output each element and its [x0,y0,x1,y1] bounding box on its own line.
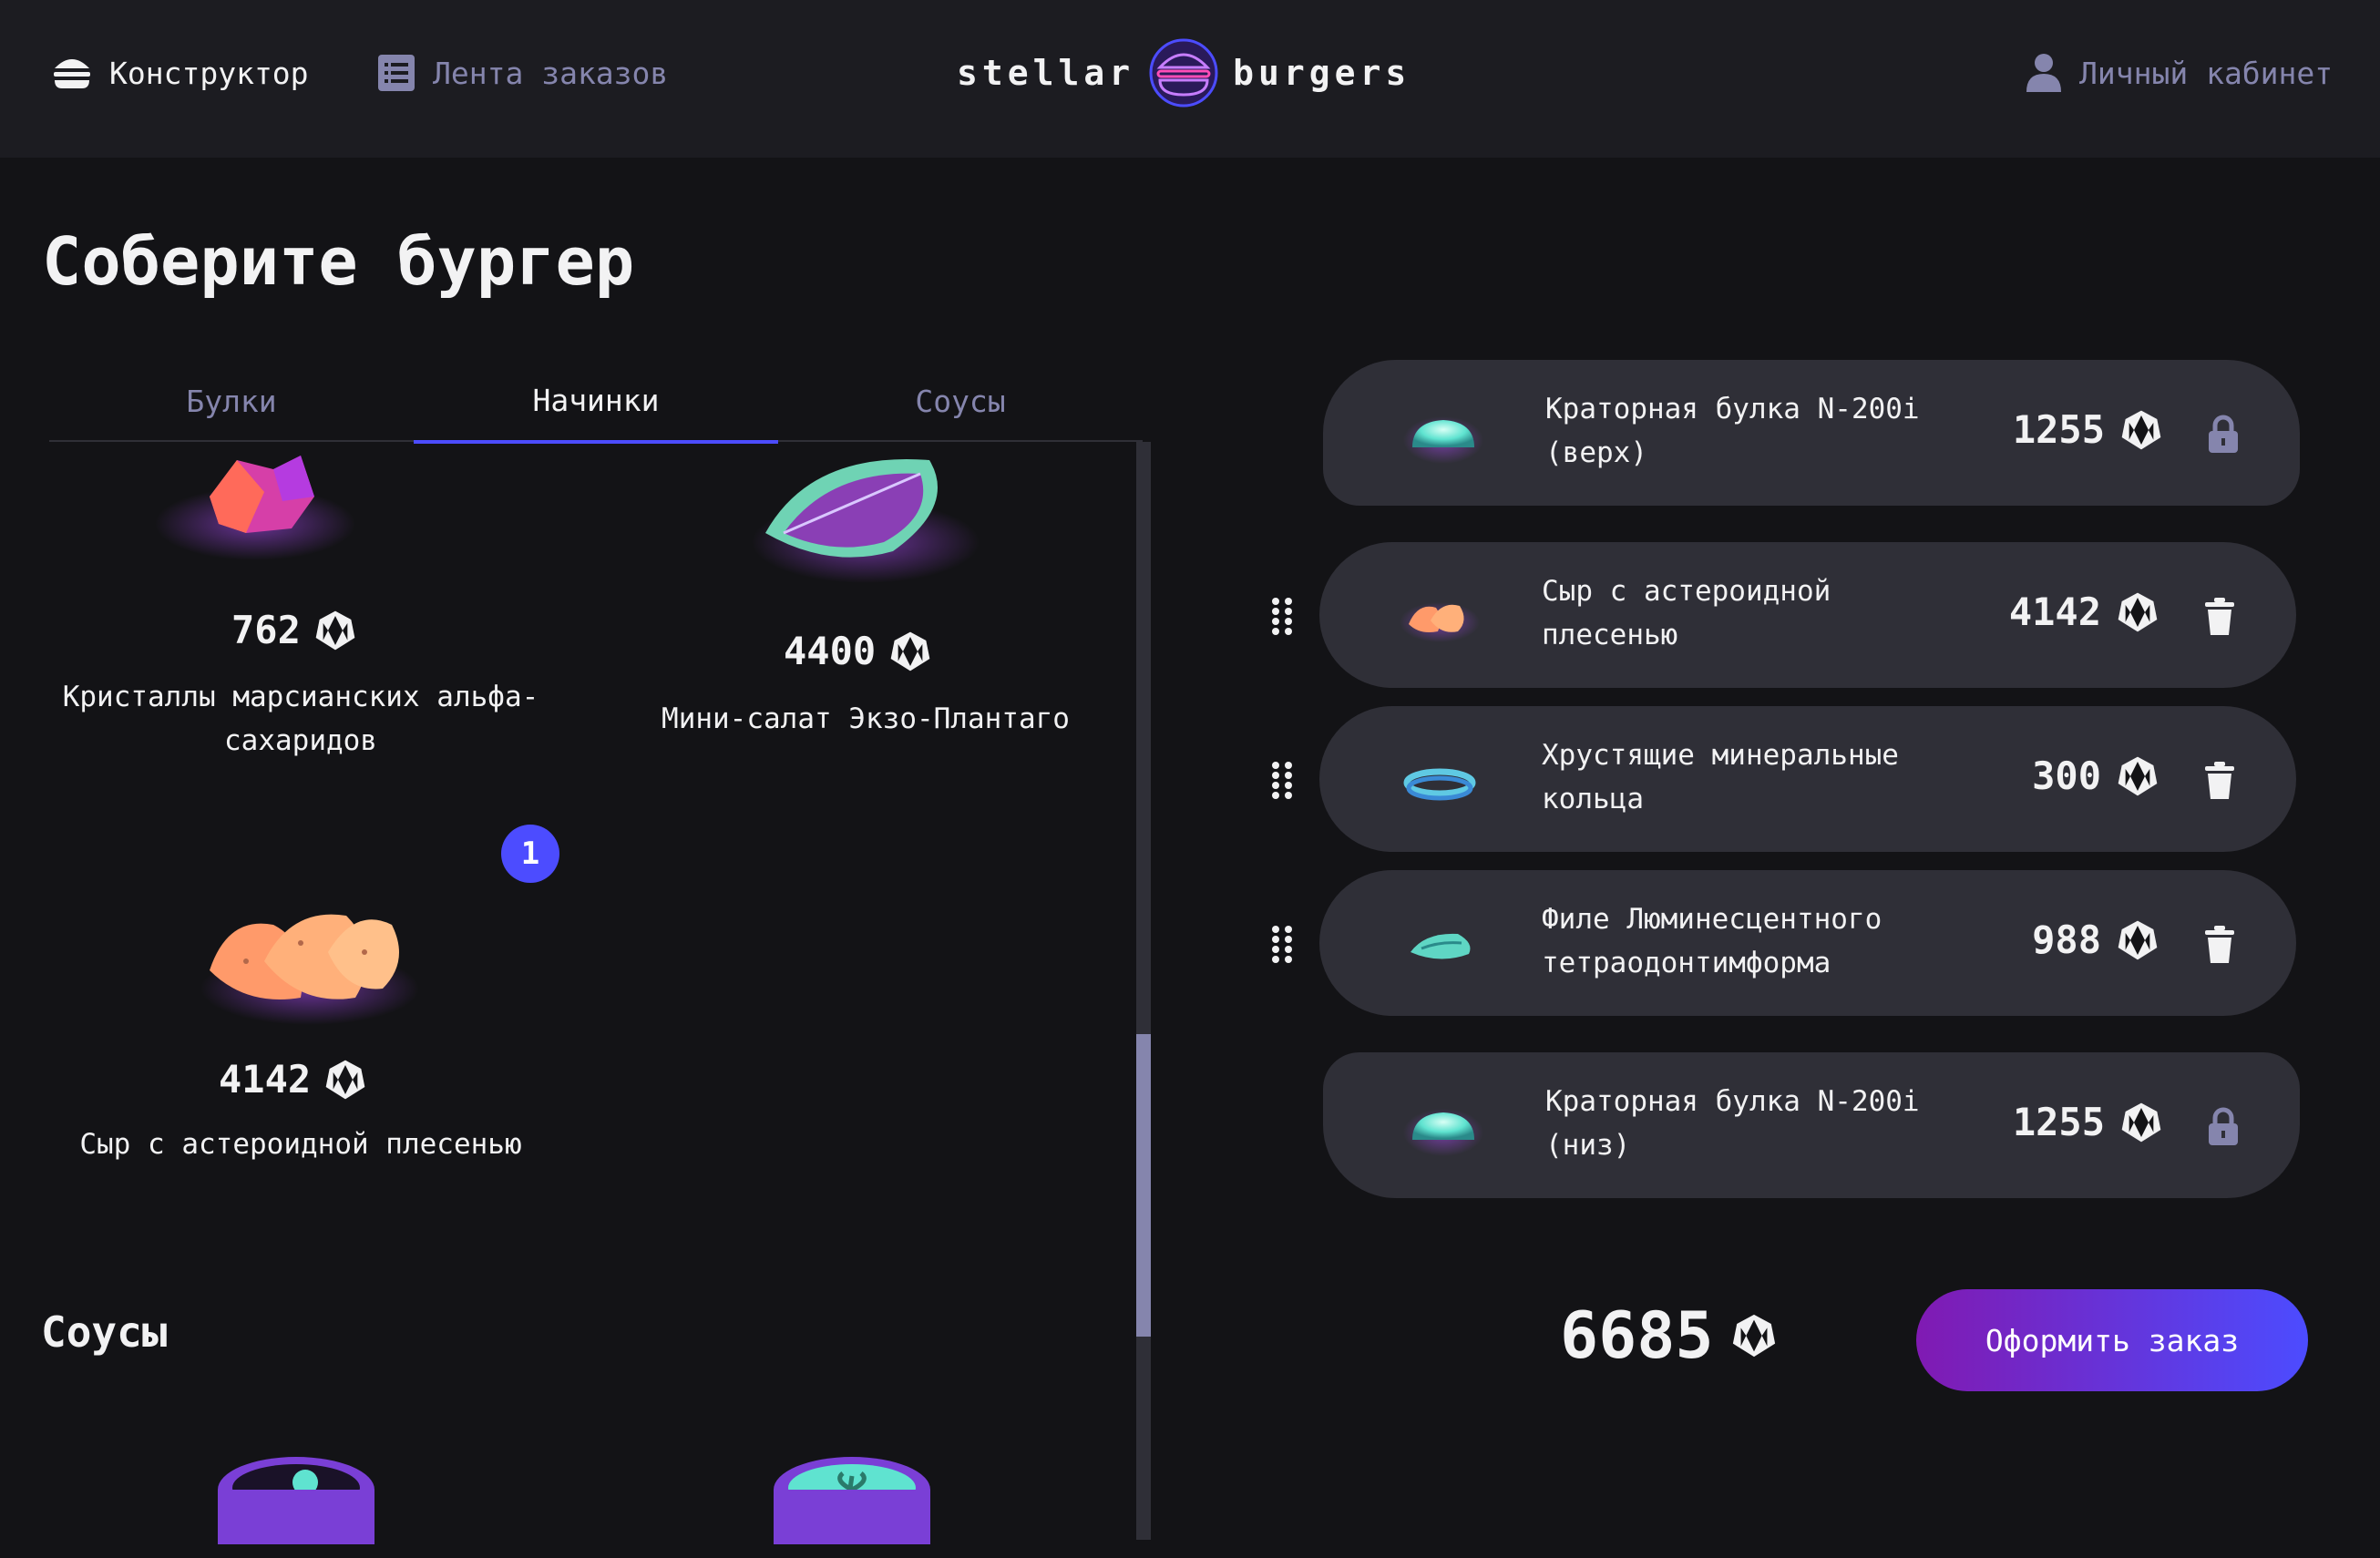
page-title: Соберите бургер [42,223,635,300]
constructor-item-price-value: 4142 [2008,589,2101,634]
constructor-item-name: Сыр с астероидной плесенью [1542,575,1831,651]
currency-icon [313,609,357,652]
trash-icon[interactable] [2201,597,2238,637]
logo-burger-icon [1149,38,1218,108]
currency-icon [323,1058,367,1102]
constructor-item-price-value: 1255 [2012,1100,2105,1144]
drag-handle-icon[interactable] [1270,761,1294,799]
tab-buns[interactable]: Булки [49,360,414,442]
tab-fillings[interactable]: Начинки [414,360,778,444]
ingredient-card[interactable]: 4400 Мини-салат Экзо-Плантаго [601,442,1130,788]
nav-profile-label: Личный кабинет [2079,55,2334,91]
constructor-item-price: 1255 [2013,407,2163,452]
lock-icon [2205,415,2242,455]
nav-order-feed[interactable]: Лента заказов [376,46,668,100]
cheese-icon [200,914,419,1025]
currency-icon [1730,1312,1778,1359]
currency-icon [2116,754,2159,798]
currency-icon [2116,590,2159,634]
order-total: 6685 [1560,1298,1778,1373]
ingredient-card[interactable]: 1 4142 Сыр с астероидной плесенью [36,825,565,1171]
constructor-bun-top: Краторная булка N-200i (верх) 1255 [1323,360,2300,506]
ingredient-name: Мини-салат Экзо-Плантаго [662,702,1070,735]
ingredient-counter: 1 [501,825,559,883]
tab-sauces[interactable]: Соусы [778,360,1143,442]
lock-icon [2205,1107,2242,1147]
ingredient-price: 4142 [219,1057,367,1102]
burger-icon [54,59,90,88]
salad-leaf-icon [752,459,980,583]
constructor-item-name: Филе Люминесцентного тетраодонтимформа [1542,903,1882,979]
profile-icon [2026,54,2061,92]
ingredient-price-value: 762 [231,608,301,652]
ingredient-price-value: 4142 [219,1057,312,1102]
constructor-item-price: 300 [2032,753,2159,798]
nav-order-feed-label: Лента заказов [433,55,669,91]
ingredient-list-scrollbar[interactable] [1136,442,1151,1540]
ingredient-card[interactable]: 762 Кристаллы марсианских альфа-сахаридо… [36,442,565,788]
ingredient-tabs: Булки Начинки Соусы [49,360,1143,444]
constructor-bun-bottom: Краторная булка N-200i (низ) 1255 [1323,1052,2300,1198]
sauce-icon[interactable] [214,1453,378,1544]
mineral-rings-icon [1403,768,1476,801]
constructor-item-price: 988 [2032,917,2159,962]
constructor-filling-item[interactable]: Сыр с астероидной плесенью 4142 [1319,542,2296,688]
currency-icon [2119,408,2163,452]
place-order-button[interactable]: Оформить заказ [1916,1289,2308,1391]
trash-icon[interactable] [2201,925,2238,965]
constructor-item-price: 1255 [2013,1100,2163,1144]
nav-constructor-label: Конструктор [109,55,309,91]
ingredient-name: Кристаллы марсианских альфа-сахаридов [62,681,539,757]
constructor-item-price-value: 300 [2032,753,2101,798]
ingredient-list[interactable]: 762 Кристаллы марсианских альфа-сахаридо… [36,442,1153,1544]
currency-icon [2119,1101,2163,1144]
currency-icon [2116,918,2159,962]
currency-icon [888,630,932,673]
constructor-item-name: Краторная булка N-200i (низ) [1545,1085,1920,1162]
constructor-item-price-value: 988 [2032,917,2101,962]
fish-fillet-icon [1411,933,1471,959]
bun-icon [1403,1109,1483,1156]
constructor-filling-item[interactable]: Хрустящие минеральные кольца 300 [1319,706,2296,852]
constructor-item-price-value: 1255 [2012,407,2105,452]
drag-handle-icon[interactable] [1270,925,1294,963]
trash-icon[interactable] [2201,761,2238,801]
constructor-item-name: Хрустящие минеральные кольца [1542,739,1899,815]
constructor-filling-item[interactable]: Филе Люминесцентного тетраодонтимформа 9… [1319,870,2296,1016]
constructor-item-price: 4142 [2009,589,2159,634]
stellar-burgers-logo[interactable]: stellar burgers [957,35,1411,111]
sauce-icon[interactable] [770,1453,934,1544]
order-total-value: 6685 [1560,1298,1714,1373]
ingredient-price: 762 [231,608,357,652]
crystals-icon [155,456,355,560]
constructor-item-name: Краторная булка N-200i (верх) [1545,393,1920,469]
ingredient-name: Сыр с астероидной плесенью [79,1128,522,1161]
sauces-section-title: Соусы [41,1307,168,1357]
nav-profile[interactable]: Личный кабинет [2025,46,2333,100]
cheese-icon [1400,602,1480,642]
nav-constructor[interactable]: Конструктор [51,46,309,100]
ingredient-price: 4400 [784,629,932,673]
logo-text-left: stellar [957,53,1135,93]
list-icon [378,55,415,91]
bun-icon [1403,416,1483,464]
drag-handle-icon[interactable] [1270,597,1294,635]
logo-text-right: burgers [1233,53,1411,93]
ingredient-price-value: 4400 [784,629,877,673]
scrollbar-thumb[interactable] [1136,1034,1151,1337]
app-header: Конструктор Лента заказов stellar burger… [0,0,2380,158]
